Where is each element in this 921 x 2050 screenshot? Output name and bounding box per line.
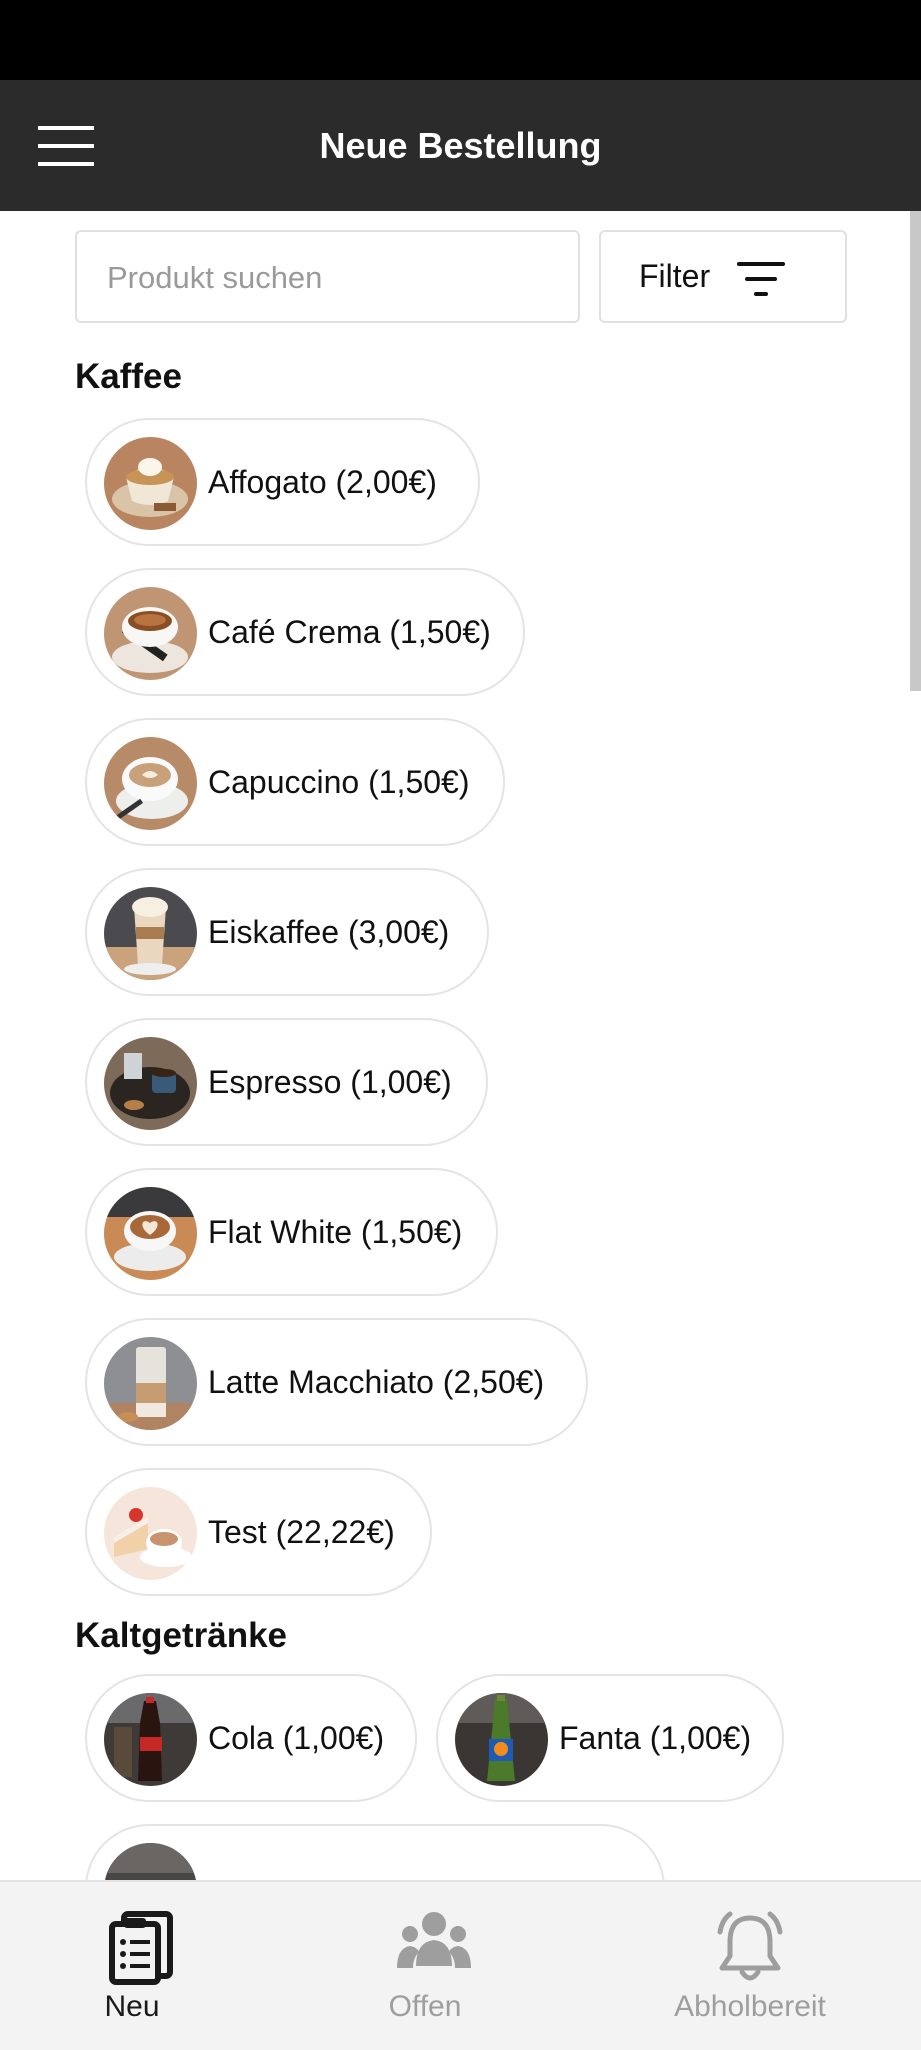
- product-chip-affogato[interactable]: Affogato (2,00€): [85, 418, 480, 546]
- product-image: [104, 587, 197, 680]
- product-label: Eiskaffee (3,00€): [208, 914, 450, 950]
- scrollbar[interactable]: [910, 211, 921, 691]
- product-chip-espresso[interactable]: Espresso (1,00€): [85, 1018, 488, 1146]
- hamburger-menu-icon: [38, 126, 94, 166]
- users-group-icon: [397, 1912, 471, 1968]
- filter-lines-icon: [737, 262, 785, 296]
- product-image: [104, 437, 197, 530]
- product-image: [104, 737, 197, 830]
- filter-button[interactable]: Filter: [599, 230, 847, 323]
- product-image: [104, 1337, 197, 1430]
- product-chip-latte-macchiato[interactable]: Latte Macchiato (2,50€): [85, 1318, 588, 1446]
- product-image: [104, 1487, 197, 1580]
- product-image: [104, 887, 197, 980]
- product-label: Test (22,22€): [208, 1514, 395, 1550]
- product-chip-capuccino[interactable]: Capuccino (1,50€): [85, 718, 505, 846]
- search-field[interactable]: [75, 230, 580, 323]
- clipboard-list-icon: [109, 1911, 173, 1985]
- page-title: Neue Bestellung: [319, 125, 602, 166]
- product-label: Capuccino (1,50€): [208, 764, 470, 800]
- product-label: Café Crema (1,50€): [208, 614, 491, 650]
- product-label: Flat White (1,50€): [208, 1214, 463, 1250]
- nav-label: Abholbereit: [674, 1990, 826, 2023]
- product-label: Affogato (2,00€): [208, 464, 437, 500]
- product-chip-test[interactable]: Test (22,22€): [85, 1468, 432, 1596]
- product-chip-cola[interactable]: Cola (1,00€): [85, 1674, 417, 1802]
- product-chip-fanta[interactable]: Fanta (1,00€): [436, 1674, 784, 1802]
- product-label: Espresso (1,00€): [208, 1064, 452, 1100]
- product-image: [455, 1693, 548, 1786]
- menu-button[interactable]: [28, 118, 102, 174]
- product-image: [104, 1187, 197, 1280]
- product-label: Latte Macchiato (2,50€): [208, 1364, 545, 1400]
- status-bar: [0, 0, 921, 80]
- product-chip-flat-white[interactable]: Flat White (1,50€): [85, 1168, 498, 1296]
- app-bar: Neue Bestellung: [0, 80, 921, 211]
- product-label: Fanta (1,00€): [559, 1720, 752, 1756]
- product-label: Cola (1,00€): [208, 1720, 385, 1756]
- bell-icon: [717, 1911, 783, 1981]
- product-image: [104, 1693, 197, 1786]
- bottom-navigation: Neu Offen Abholbereit: [0, 1880, 921, 2050]
- filter-label: Filter: [639, 258, 711, 294]
- search-input[interactable]: [105, 232, 569, 323]
- nav-tab-neu[interactable]: Neu: [52, 1882, 212, 2050]
- product-chip-cafe-crema[interactable]: Café Crema (1,50€): [85, 568, 525, 696]
- nav-tab-offen[interactable]: Offen: [345, 1882, 505, 2050]
- nav-tab-abholbereit[interactable]: Abholbereit: [660, 1882, 840, 2050]
- product-image: [104, 1037, 197, 1130]
- category-title-kaffee: Kaffee: [75, 357, 182, 396]
- nav-label: Offen: [388, 1990, 462, 2023]
- product-chip-eiskaffee[interactable]: Eiskaffee (3,00€): [85, 868, 489, 996]
- category-title-kaltgetraenke: Kaltgetränke: [75, 1616, 288, 1655]
- nav-label: Neu: [104, 1990, 160, 2023]
